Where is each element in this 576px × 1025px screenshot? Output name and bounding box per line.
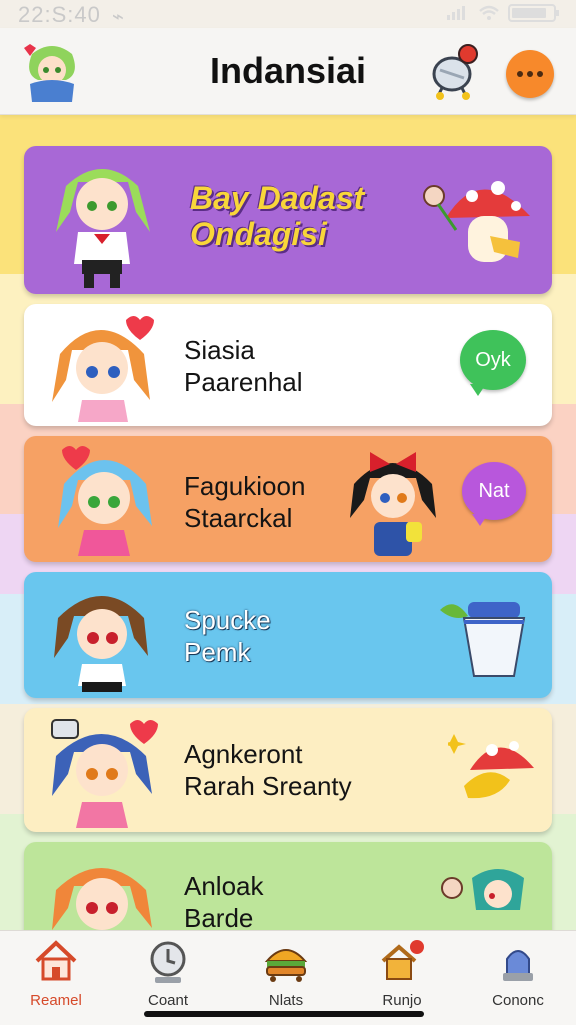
nav-label: Reamel <box>30 992 82 1009</box>
card-title: Fagukioon <box>184 471 306 501</box>
clock-icon <box>150 941 186 983</box>
dot-icon <box>527 71 533 77</box>
character-avatar <box>58 446 152 556</box>
sync-icon: ⌁ <box>112 6 125 28</box>
bubble-label: Nat <box>478 479 510 502</box>
list-card[interactable]: Fagukioon Staarckal Nat <box>24 436 552 562</box>
featured-title: Bay Dadast Ondagisi <box>190 180 364 252</box>
featured-title-line-1: Bay Dadast <box>190 180 365 216</box>
nav-nlats[interactable]: Nlats <box>236 939 336 1009</box>
battery-icon <box>508 4 559 22</box>
nav-label: Cononc <box>492 992 544 1009</box>
house-flag-icon <box>381 940 424 980</box>
character-avatar <box>51 719 158 828</box>
chat-bubble-button[interactable]: Oyk <box>460 330 526 396</box>
card-subtitle: Pemk <box>184 637 251 667</box>
card-title: Spucke <box>184 605 271 635</box>
home-icon <box>35 940 77 981</box>
home-indicator[interactable] <box>144 1011 424 1017</box>
character-avatar <box>56 169 150 288</box>
status-time: 22:S:40 <box>18 2 101 27</box>
card-text: Anloak Barde <box>184 870 264 934</box>
featured-card[interactable]: Bay Dadast Ondagisi <box>24 146 552 294</box>
nav-label: Runjo <box>382 992 422 1009</box>
nav-cononc[interactable]: Cononc <box>468 939 568 1009</box>
card-text: Fagukioon Staarckal <box>184 470 305 534</box>
app-header: Indansiai <box>0 28 576 115</box>
nav-runjo[interactable]: Runjo <box>352 939 452 1009</box>
page-title: Indansiai <box>209 50 367 91</box>
nav-label: Nlats <box>268 992 304 1009</box>
card-title: Anloak <box>184 871 264 901</box>
featured-title-line-2: Ondagisi <box>190 216 327 252</box>
character-avatar <box>54 596 148 692</box>
mushroom-icon <box>448 734 534 799</box>
figure-icon <box>503 950 533 981</box>
bell-icon <box>432 44 478 100</box>
bubble-label: Oyk <box>475 348 511 371</box>
list-card[interactable]: Spucke Pemk <box>24 572 552 698</box>
dot-icon <box>517 71 523 77</box>
cup-icon <box>440 602 526 677</box>
list-card[interactable]: Agnkeront Rarah Sreanty <box>24 708 552 832</box>
mushroom-icon <box>423 181 530 262</box>
card-subtitle: Staarckal <box>184 503 293 533</box>
character-avatar <box>52 316 154 422</box>
chat-bubble-button[interactable]: Nat <box>462 462 526 526</box>
card-title: Agnkeront <box>184 739 303 769</box>
signal-icon <box>447 6 465 20</box>
character-sticker <box>350 452 436 556</box>
wifi-icon <box>479 5 499 20</box>
card-subtitle: Paarenhal <box>184 367 303 397</box>
nav-label: Coant <box>147 992 189 1009</box>
character-sticker <box>441 869 524 910</box>
card-text: Spucke Pemk <box>184 604 271 668</box>
list-card[interactable]: Siasia Paarenhal Oyk <box>24 304 552 426</box>
nav-home[interactable]: Reamel <box>6 939 106 1009</box>
dot-icon <box>537 71 543 77</box>
card-text: Agnkeront Rarah Sreanty <box>184 738 352 802</box>
notification-button[interactable] <box>428 42 484 100</box>
status-bar: 22:S:40 ⌁ <box>0 0 576 28</box>
card-text: Siasia Paarenhal <box>184 334 303 398</box>
nav-count[interactable]: Coant <box>118 939 218 1009</box>
card-title: Siasia <box>184 335 255 365</box>
burger-icon <box>264 949 308 982</box>
more-options-button[interactable] <box>506 50 554 98</box>
card-subtitle: Rarah Sreanty <box>184 771 352 801</box>
